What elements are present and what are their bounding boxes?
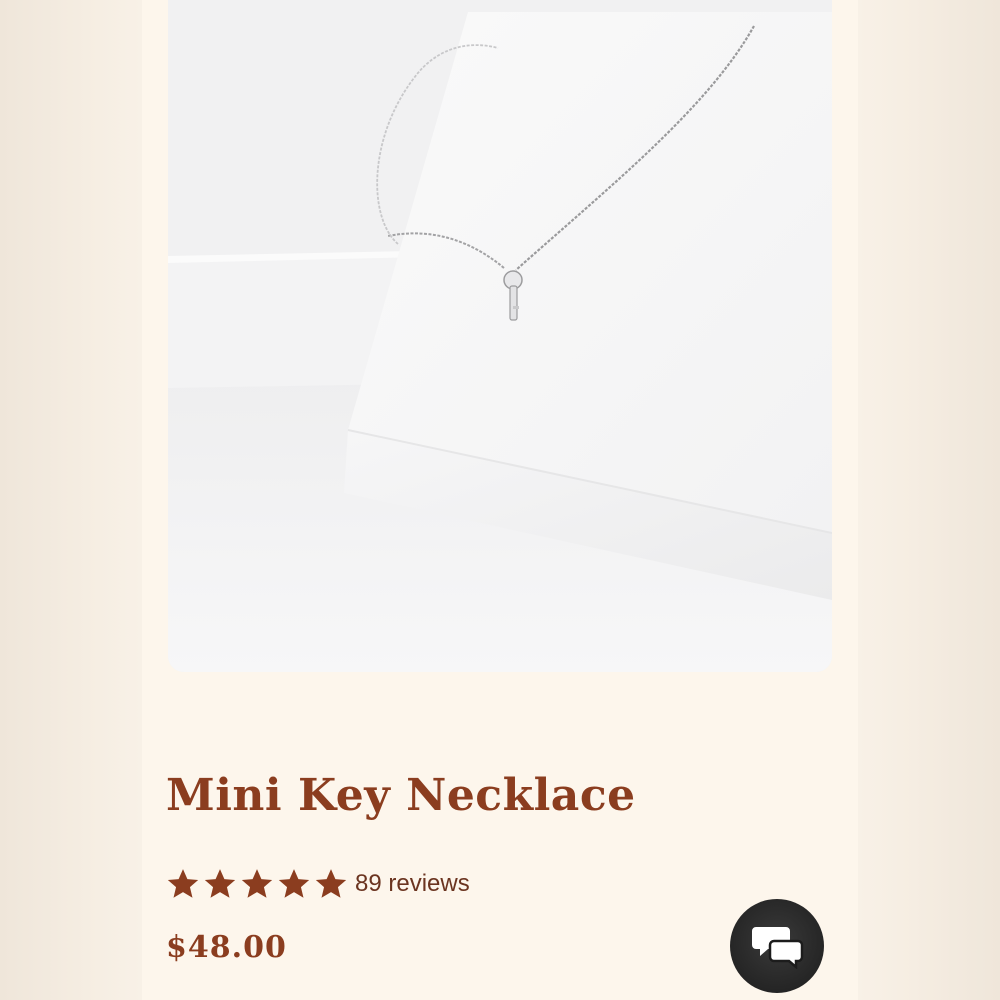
necklace-photo <box>168 0 832 672</box>
star-icon <box>278 869 310 898</box>
chat-bubbles-icon <box>752 927 804 969</box>
product-card: Mini Key Necklace 89 reviews $48.00 <box>142 0 858 1000</box>
product-rating[interactable]: 89 reviews <box>166 864 470 904</box>
product-title: Mini Key Necklace <box>166 770 636 821</box>
star-icon <box>241 869 273 898</box>
chat-button[interactable] <box>730 899 824 993</box>
page-backdrop-left <box>0 0 142 1000</box>
reviews-link[interactable]: 89 reviews <box>355 870 470 898</box>
product-price: $48.00 <box>166 930 287 965</box>
page-backdrop-right <box>858 0 1000 1000</box>
star-icon <box>315 869 347 898</box>
star-icon <box>204 869 236 898</box>
star-icon <box>167 869 199 898</box>
product-image[interactable] <box>168 0 832 672</box>
star-rating <box>166 867 351 901</box>
